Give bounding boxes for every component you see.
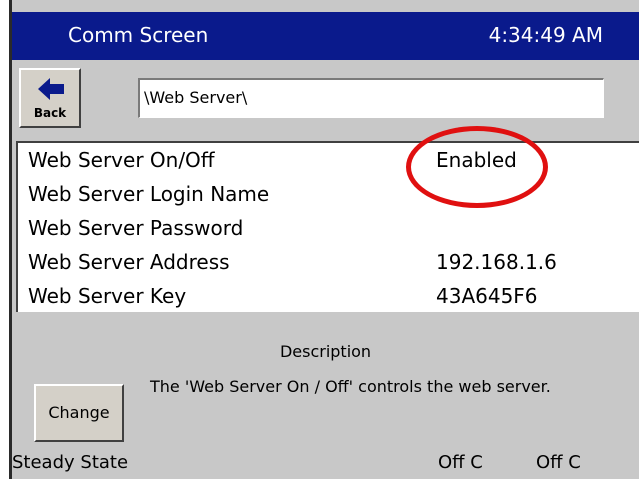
description-heading: Description — [279, 342, 372, 361]
setting-value: 192.168.1.6 — [436, 250, 557, 274]
back-label: Back — [33, 106, 67, 120]
clock: 4:34:49 AM — [488, 23, 603, 47]
setting-row-on-off[interactable]: Web Server On/Off Enabled — [18, 143, 637, 177]
back-button[interactable]: Back — [19, 68, 81, 128]
setting-name: Web Server Address — [28, 250, 230, 274]
status-bar: Steady State Off C Off C — [12, 447, 639, 479]
setting-value: 43A645F6 — [436, 284, 538, 308]
setting-name: Web Server Password — [28, 216, 244, 240]
change-button[interactable]: Change — [34, 384, 124, 442]
hmi-screen: Comm Screen 4:34:49 AM Back \Web Server\… — [12, 0, 639, 479]
setting-row-password[interactable]: Web Server Password — [18, 211, 637, 245]
status-state: Steady State — [12, 452, 129, 473]
setting-name: Web Server Key — [28, 284, 187, 308]
setting-value: Enabled — [436, 148, 517, 172]
arrow-left-icon — [38, 78, 64, 100]
setting-row-key[interactable]: Web Server Key 43A645F6 — [18, 279, 637, 313]
title-bar: Comm Screen 4:34:49 AM — [12, 12, 639, 60]
setting-name: Web Server Login Name — [28, 182, 270, 206]
screen-title: Comm Screen — [68, 23, 209, 47]
description-text: The 'Web Server On / Off' controls the w… — [150, 377, 551, 396]
setting-name: Web Server On/Off — [28, 148, 215, 172]
status-value-2: Off C — [536, 452, 581, 473]
setting-row-address[interactable]: Web Server Address 192.168.1.6 — [18, 245, 637, 279]
status-value-1: Off C — [438, 452, 483, 473]
setting-row-login-name[interactable]: Web Server Login Name — [18, 177, 637, 211]
path-field: \Web Server\ — [138, 78, 604, 118]
outer-margin — [0, 0, 9, 479]
settings-list: Web Server On/Off Enabled Web Server Log… — [16, 141, 639, 312]
